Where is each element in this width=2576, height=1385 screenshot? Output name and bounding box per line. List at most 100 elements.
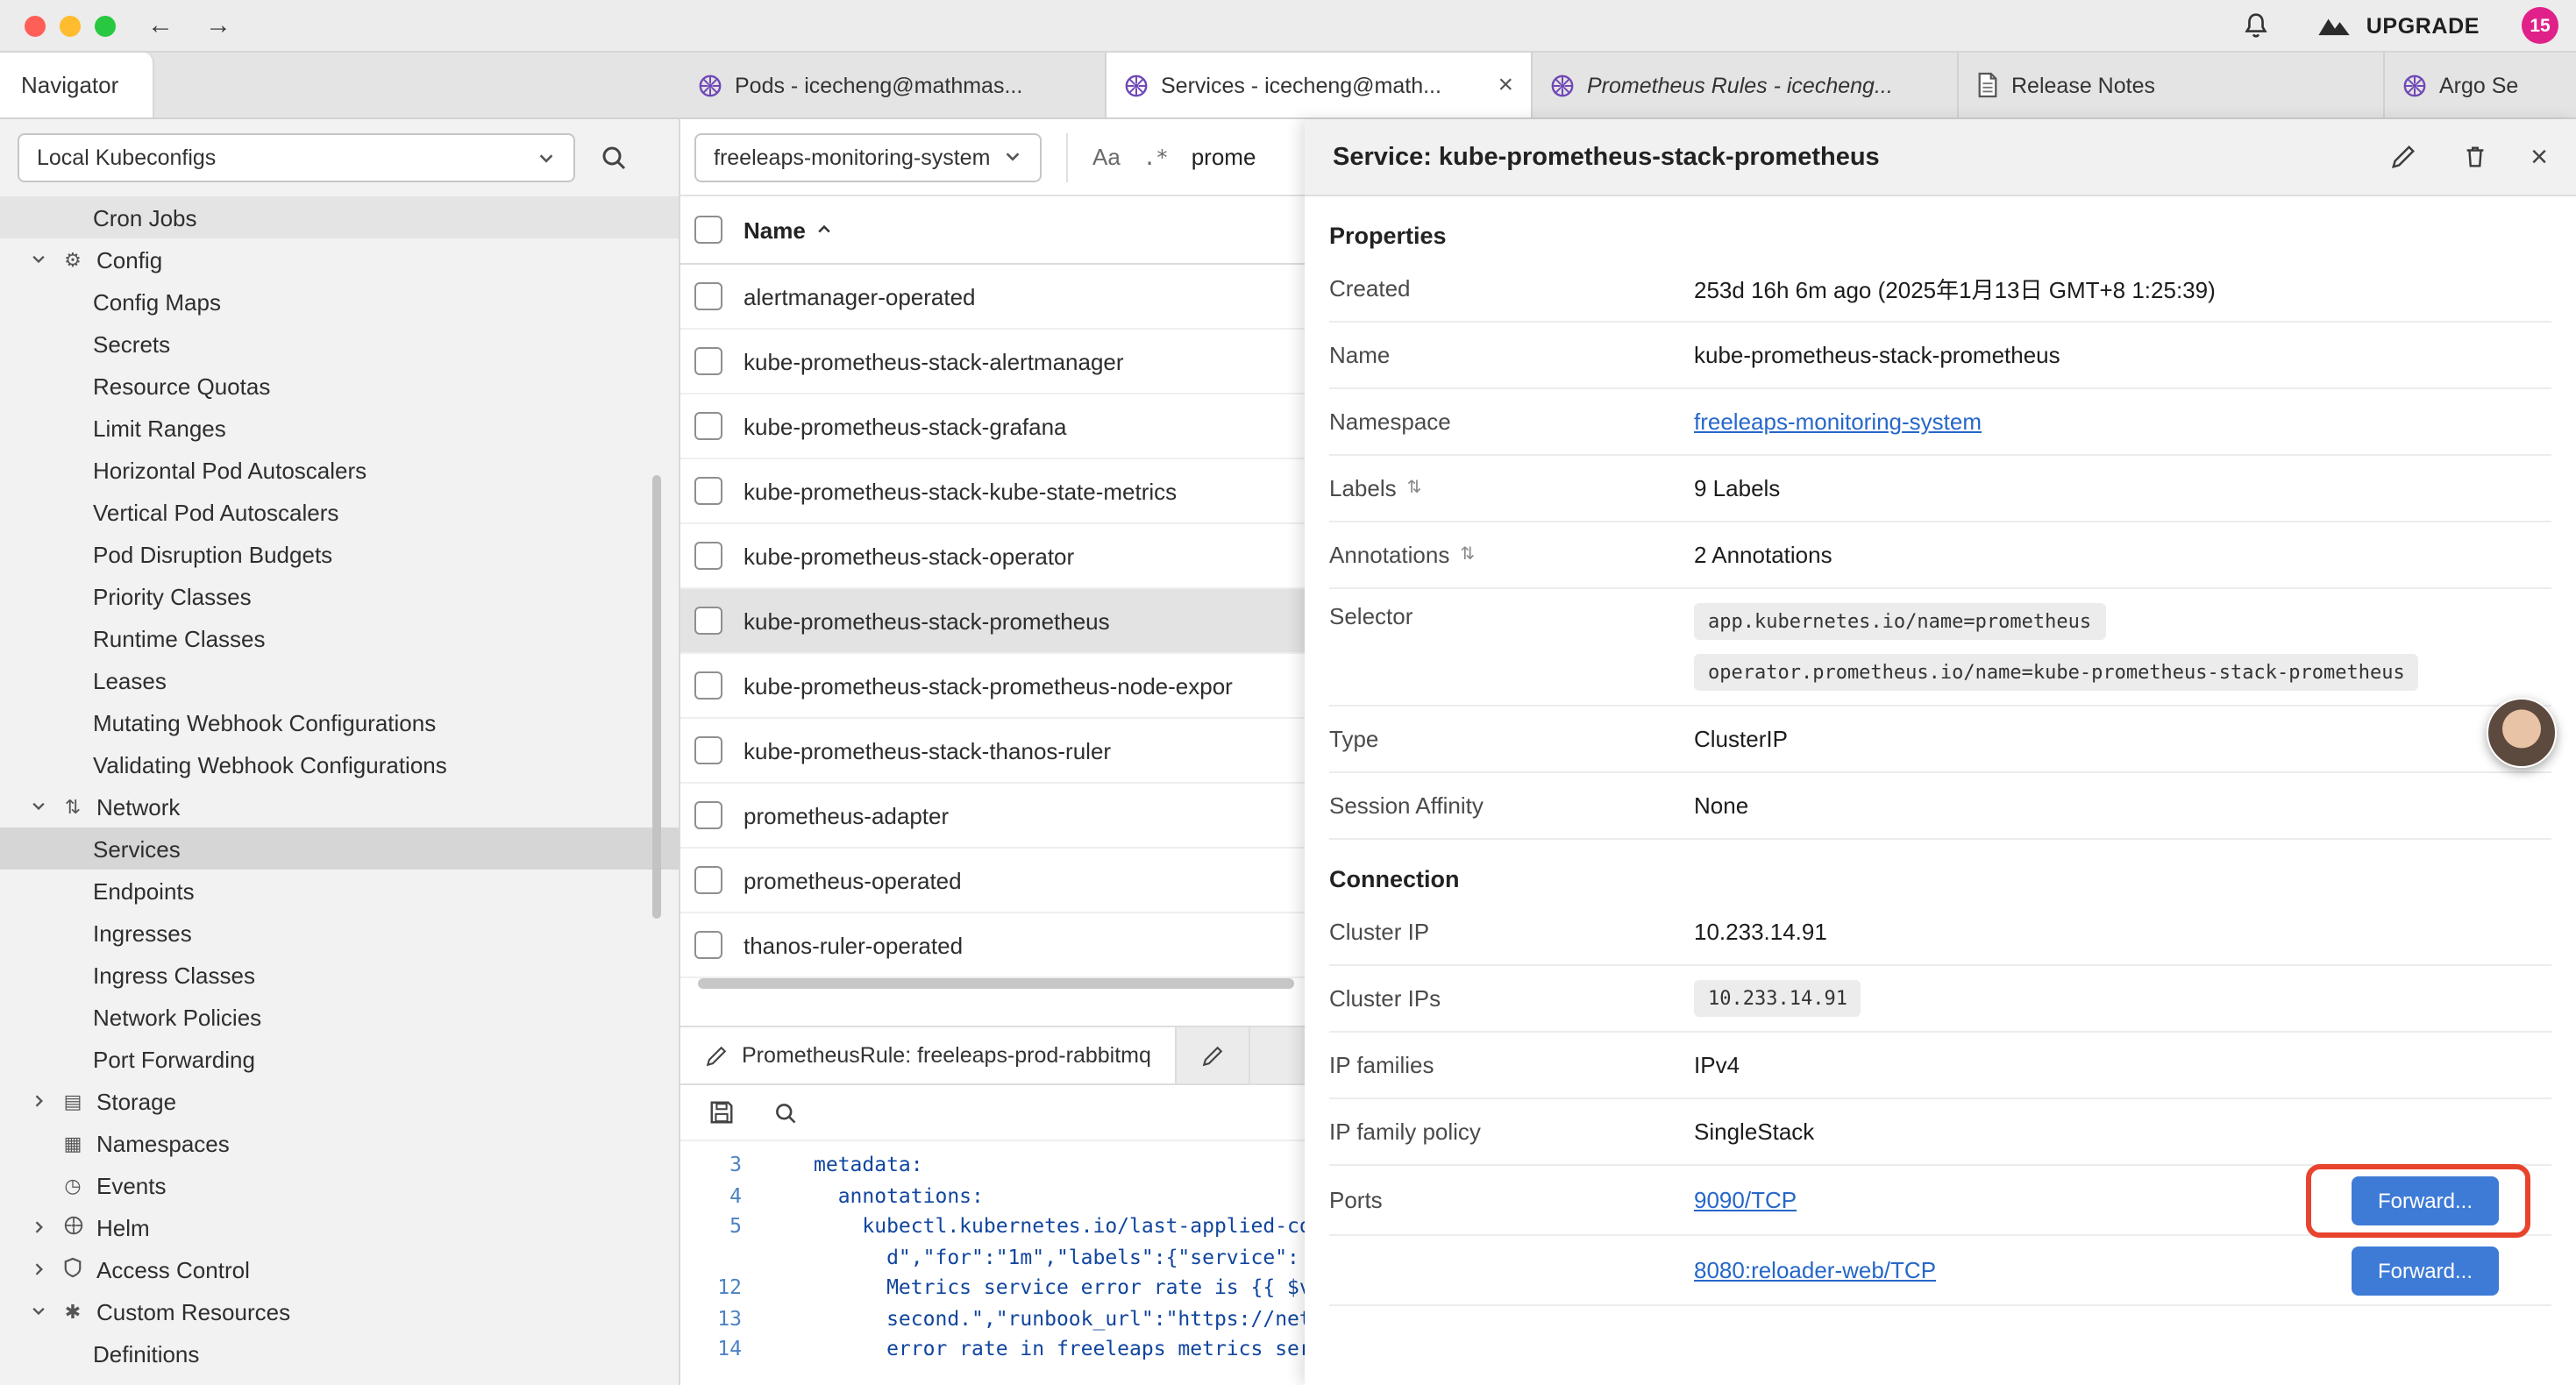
sidebar-item-port-forwarding[interactable]: Port Forwarding bbox=[0, 1038, 679, 1080]
row-checkbox[interactable] bbox=[694, 671, 722, 700]
window-close-button[interactable] bbox=[25, 15, 46, 36]
upgrade-button[interactable]: UPGRADE bbox=[2317, 13, 2480, 38]
sidebar-item-limit-ranges[interactable]: Limit Ranges bbox=[0, 407, 679, 449]
tab-navigator[interactable]: Navigator bbox=[0, 53, 154, 117]
sidebar-item-ingress-classes[interactable]: Ingress Classes bbox=[0, 954, 679, 996]
sidebar-item-namespaces[interactable]: ▦ Namespaces bbox=[0, 1122, 679, 1164]
forward-button[interactable]: Forward... bbox=[2352, 1246, 2499, 1295]
window-minimize-button[interactable] bbox=[60, 15, 81, 36]
regex-toggle[interactable]: .* bbox=[1143, 145, 1169, 169]
tab-release-notes[interactable]: Release Notes bbox=[1959, 53, 2385, 117]
line-number bbox=[680, 1242, 742, 1273]
forward-icon[interactable]: → bbox=[205, 12, 231, 39]
sidebar-item-pod-disruption-budgets[interactable]: Pod Disruption Budgets bbox=[0, 533, 679, 575]
match-case-toggle[interactable]: Aa bbox=[1092, 144, 1121, 170]
table-horizontal-scrollbar[interactable] bbox=[698, 978, 1294, 989]
port-link[interactable]: 9090/TCP bbox=[1694, 1187, 1797, 1213]
name-header-label: Name bbox=[744, 217, 806, 243]
sidebar-item-horizontal-pod-autoscalers[interactable]: Horizontal Pod Autoscalers bbox=[0, 449, 679, 491]
search-query[interactable]: prome bbox=[1192, 144, 1256, 170]
sidebar-item-validating-webhook-configurations[interactable]: Validating Webhook Configurations bbox=[0, 743, 679, 785]
sidebar-item-storage[interactable]: ▤ Storage bbox=[0, 1080, 679, 1122]
window-zoom-button[interactable] bbox=[95, 15, 116, 36]
back-icon[interactable]: ← bbox=[147, 12, 174, 39]
clock-icon: ◷ bbox=[60, 1174, 86, 1197]
sidebar-filter-row: Local Kubeconfigs bbox=[0, 119, 679, 196]
row-checkbox[interactable] bbox=[694, 607, 722, 635]
chevron-down-icon bbox=[537, 148, 556, 167]
kubernetes-icon bbox=[698, 73, 722, 97]
sidebar-item-priority-classes[interactable]: Priority Classes bbox=[0, 575, 679, 617]
service-name: kube-prometheus-stack-kube-state-metrics bbox=[744, 478, 1177, 504]
tab-pods[interactable]: Pods - icecheng@mathmas... bbox=[680, 53, 1107, 117]
row-checkbox[interactable] bbox=[694, 477, 722, 505]
drawer-close-icon[interactable]: × bbox=[2530, 142, 2548, 172]
labels-value[interactable]: 9 Labels bbox=[1694, 475, 1780, 501]
sidebar-item-label: Endpoints bbox=[93, 877, 195, 904]
editor-search-icon[interactable] bbox=[770, 1097, 801, 1128]
sidebar-item-secrets[interactable]: Secrets bbox=[0, 323, 679, 365]
sidebar-item-leases[interactable]: Leases bbox=[0, 659, 679, 701]
select-all-checkbox[interactable] bbox=[694, 216, 722, 244]
edit-pencil-icon[interactable] bbox=[2387, 140, 2420, 174]
row-checkbox[interactable] bbox=[694, 801, 722, 829]
sidebar-item-helm[interactable]: Helm bbox=[0, 1206, 679, 1248]
tab-label: Pods - icecheng@mathmas... bbox=[735, 73, 1087, 97]
drawer-title: Service: kube-prometheus-stack-prometheu… bbox=[1333, 143, 2348, 171]
port-link[interactable]: 8080:reloader-web/TCP bbox=[1694, 1257, 1936, 1283]
line-number: 4 bbox=[680, 1181, 742, 1211]
sidebar-item-mutating-webhook-configurations[interactable]: Mutating Webhook Configurations bbox=[0, 701, 679, 743]
row-checkbox[interactable] bbox=[694, 282, 722, 310]
sidebar-item-config[interactable]: ⚙ Config bbox=[0, 238, 679, 281]
tab-services[interactable]: Services - icecheng@math... × bbox=[1107, 53, 1533, 117]
sidebar-item-label: Namespaces bbox=[96, 1130, 230, 1156]
sidebar-item-resource-quotas[interactable]: Resource Quotas bbox=[0, 365, 679, 407]
tab-argo[interactable]: Argo Se bbox=[2385, 53, 2576, 117]
tab-close-icon[interactable]: × bbox=[1498, 72, 1513, 98]
sidebar-item-vertical-pod-autoscalers[interactable]: Vertical Pod Autoscalers bbox=[0, 491, 679, 533]
list-search-box[interactable]: Aa .* prome bbox=[1066, 132, 1256, 181]
sidebar-item-config-maps[interactable]: Config Maps bbox=[0, 281, 679, 323]
delete-trash-icon[interactable] bbox=[2459, 140, 2492, 174]
sidebar-item-network[interactable]: ⇅ Network bbox=[0, 785, 679, 827]
sidebar-scrollbar[interactable] bbox=[652, 475, 661, 919]
forward-button[interactable]: Forward... bbox=[2352, 1175, 2499, 1225]
sidebar-item-access-control[interactable]: Access Control bbox=[0, 1248, 679, 1290]
annotations-expand-toggle-icon[interactable]: ⇅ bbox=[1460, 545, 1475, 565]
save-icon[interactable] bbox=[705, 1096, 738, 1129]
tab-prometheus-rules[interactable]: Prometheus Rules - icecheng... bbox=[1533, 53, 1959, 117]
sidebar-item-cron-jobs[interactable]: Cron Jobs bbox=[0, 196, 679, 238]
sidebar-item-custom-resources[interactable]: ✱ Custom Resources bbox=[0, 1290, 679, 1332]
sidebar-item-network-policies[interactable]: Network Policies bbox=[0, 996, 679, 1038]
row-checkbox[interactable] bbox=[694, 866, 722, 894]
dock-tab-prometheusrule[interactable]: PrometheusRule: freeleaps-prod-rabbitmq bbox=[680, 1027, 1178, 1083]
sidebar-item-ingresses[interactable]: Ingresses bbox=[0, 912, 679, 954]
sidebar-item-definitions[interactable]: Definitions bbox=[0, 1332, 679, 1374]
name-column-header[interactable]: Name bbox=[744, 217, 834, 243]
sidebar-item-endpoints[interactable]: Endpoints bbox=[0, 870, 679, 912]
cluster-tabs: Pods - icecheng@mathmas... Services - ic… bbox=[680, 53, 2576, 117]
row-checkbox[interactable] bbox=[694, 736, 722, 764]
cluster-ips-row: Cluster IPs 10.233.14.91 bbox=[1329, 966, 2551, 1033]
chevron-right-icon bbox=[30, 1092, 47, 1110]
sidebar-search-icon[interactable] bbox=[596, 140, 631, 175]
row-checkbox[interactable] bbox=[694, 347, 722, 375]
annotations-value[interactable]: 2 Annotations bbox=[1694, 542, 1832, 568]
row-checkbox[interactable] bbox=[694, 412, 722, 440]
row-checkbox[interactable] bbox=[694, 542, 722, 570]
webcam-overlay-avatar[interactable] bbox=[2487, 698, 2557, 768]
dock-tab-partial[interactable] bbox=[1178, 1027, 1251, 1083]
row-checkbox[interactable] bbox=[694, 931, 722, 959]
labels-expand-toggle-icon[interactable]: ⇅ bbox=[1407, 479, 1422, 498]
notifications-bell-icon[interactable] bbox=[2238, 7, 2275, 44]
namespace-select[interactable]: freeleaps-monitoring-system bbox=[694, 132, 1042, 181]
type-row: Type ClusterIP bbox=[1329, 707, 2551, 773]
row-label: Session Affinity bbox=[1329, 792, 1694, 819]
namespace-link[interactable]: freeleaps-monitoring-system bbox=[1694, 408, 1982, 435]
sidebar-item-services[interactable]: Services bbox=[0, 827, 679, 870]
sidebar-item-events[interactable]: ◷ Events bbox=[0, 1164, 679, 1206]
line-text: error rate in freeleaps metrics ser bbox=[814, 1334, 1312, 1365]
kubeconfig-select[interactable]: Local Kubeconfigs bbox=[18, 133, 575, 182]
sidebar-item-runtime-classes[interactable]: Runtime Classes bbox=[0, 617, 679, 659]
notification-count-badge[interactable]: 15 bbox=[2522, 7, 2558, 44]
